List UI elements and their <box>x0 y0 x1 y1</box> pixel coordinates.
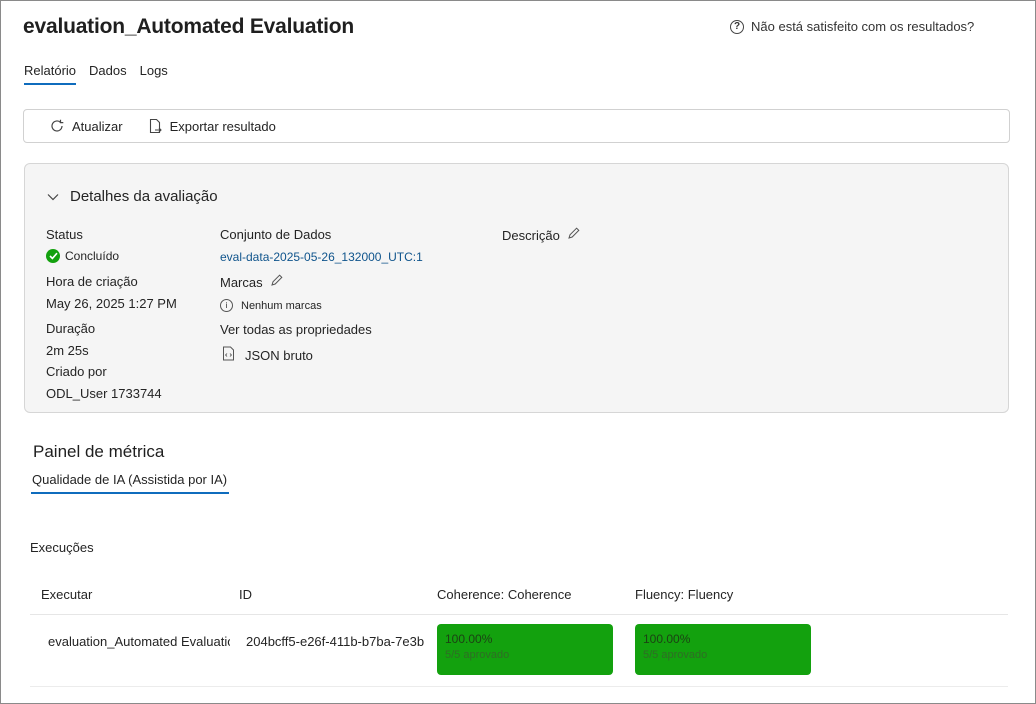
tab-ai-quality[interactable]: Qualidade de IA (Assistida por IA) <box>31 472 230 494</box>
created-by-value: ODL_User 1733744 <box>46 386 162 401</box>
refresh-icon <box>49 118 65 134</box>
toolbar: Atualizar Exportar resultado <box>23 109 1010 143</box>
edit-tags-icon[interactable] <box>270 274 283 290</box>
table-row[interactable]: evaluation_Automated Evaluation 204bcff5… <box>30 615 1008 687</box>
details-heading: Detalhes da avaliação <box>70 188 218 205</box>
all-properties-label: Ver todas as propriedades <box>220 322 372 337</box>
raw-json-label: JSON bruto <box>245 347 313 363</box>
export-label: Exportar resultado <box>169 118 276 134</box>
description-row: Descrição <box>502 227 580 243</box>
feedback-text: Não está satisfeito com os resultados? <box>751 19 975 34</box>
status-badge: Concluído <box>46 249 119 263</box>
column-header-fluency[interactable]: Fluency: Fluency <box>635 587 733 602</box>
info-icon: i <box>220 299 233 312</box>
run-id-cell: 204bcff5-e26f-411b-b7ba-7e3b <box>246 634 425 649</box>
tags-label: Marcas <box>220 274 263 290</box>
details-toggle[interactable]: Detalhes da avaliação <box>47 188 218 205</box>
tags-row: Marcas <box>220 274 283 290</box>
description-label: Descrição <box>502 227 560 243</box>
created-value: May 26, 2025 1:27 PM <box>46 296 177 311</box>
runs-label: Execuções <box>30 540 94 555</box>
export-icon <box>147 118 163 134</box>
fluency-percent: 100.00% <box>643 632 691 646</box>
column-header-coherence[interactable]: Coherence: Coherence <box>437 587 571 602</box>
refresh-button[interactable]: Atualizar <box>49 118 123 134</box>
refresh-label: Atualizar <box>72 118 123 134</box>
coherence-score-badge: 100.00% 5/5 aprovado <box>437 624 613 675</box>
page-title: evaluation_Automated Evaluation <box>23 15 355 38</box>
run-name-cell[interactable]: evaluation_Automated Evaluation <box>48 634 230 649</box>
column-header-id[interactable]: ID <box>239 587 252 602</box>
column-header-run[interactable]: Executar <box>41 587 92 602</box>
created-by-label: Criado por <box>46 364 107 379</box>
status-label: Status <box>46 227 83 242</box>
tab-data[interactable]: Dados <box>89 63 127 85</box>
coherence-percent: 100.00% <box>445 632 493 646</box>
dataset-label: Conjunto de Dados <box>220 227 332 242</box>
metrics-title: Painel de métrica <box>33 442 165 461</box>
evaluation-details-panel: Detalhes da avaliação Status Concluído H… <box>24 163 1009 413</box>
fluency-score-badge: 100.00% 5/5 aprovado <box>635 624 811 675</box>
duration-label: Duração <box>46 321 96 336</box>
table-header: Executar ID Coherence: Coherence Fluency… <box>30 578 1008 615</box>
edit-description-icon[interactable] <box>567 227 580 243</box>
question-icon: ? <box>730 19 744 34</box>
export-button[interactable]: Exportar resultado <box>147 118 276 134</box>
tags-empty: i Nenhum marcas <box>220 299 322 312</box>
tags-value: Nenhum marcas <box>241 299 322 312</box>
fluency-passed: 5/5 aprovado <box>643 649 708 661</box>
coherence-passed: 5/5 aprovado <box>445 649 510 661</box>
duration-value: 2m 25s <box>46 343 89 358</box>
tab-report[interactable]: Relatório <box>24 63 77 85</box>
runs-table: Executar ID Coherence: Coherence Fluency… <box>30 578 1008 687</box>
created-label: Hora de criação <box>46 274 138 289</box>
chevron-down-icon <box>47 188 59 205</box>
tab-bar: Relatório Dados Logs <box>24 63 181 85</box>
raw-json-link[interactable]: JSON bruto <box>222 346 313 364</box>
dataset-link[interactable]: eval-data-2025-05-26_132000_UTC:1 <box>220 250 423 264</box>
tab-logs[interactable]: Logs <box>140 63 168 85</box>
status-value: Concluído <box>65 249 120 263</box>
check-circle-icon <box>46 249 60 263</box>
feedback-link[interactable]: ? Não está satisfeito com os resultados? <box>730 19 974 34</box>
code-file-icon <box>222 346 235 364</box>
